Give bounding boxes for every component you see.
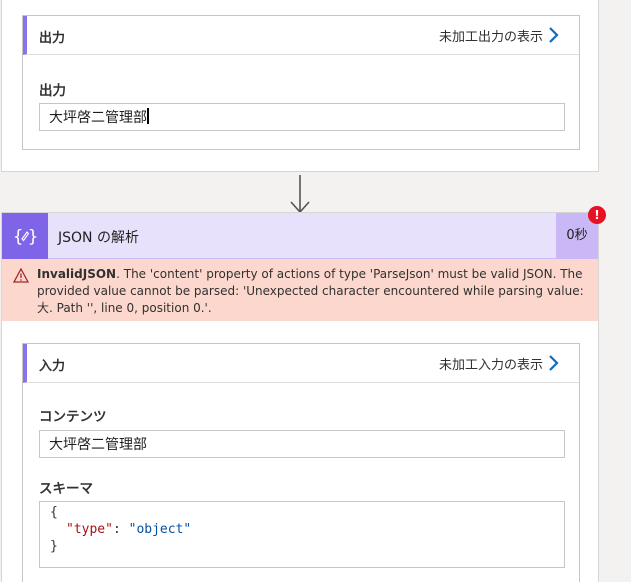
schema-separator: : (112, 522, 129, 537)
error-message-bar: InvalidJSON. The 'content' property of a… (2, 259, 598, 321)
svg-text:}: } (28, 227, 38, 247)
output-section-header[interactable]: 出力 未加工出力の表示 (23, 16, 579, 55)
error-text: . The 'content' property of actions of t… (37, 267, 584, 315)
warning-icon (13, 268, 29, 283)
chevron-right-icon[interactable] (547, 26, 561, 44)
error-badge: ! (588, 206, 606, 224)
output-field-label: 出力 (39, 83, 66, 99)
svg-text:{: { (13, 227, 23, 247)
parse-json-icon: { } (2, 213, 48, 259)
action-header[interactable]: { } JSON の解析 0秒 (2, 213, 598, 259)
input-section: 入力 未加工入力の表示 コンテンツ 大坪啓二管理部 スキーマ { "type":… (22, 343, 580, 582)
content-field[interactable]: 大坪啓二管理部 (39, 430, 565, 458)
action-title: JSON の解析 (58, 230, 139, 246)
schema-line: "type": "object" (50, 521, 564, 538)
previous-action-card: 出力 未加工出力の表示 出力 大坪啓二管理部 (1, 0, 599, 172)
show-raw-output-link[interactable]: 未加工出力の表示 (439, 26, 543, 45)
output-section: 出力 未加工出力の表示 出力 大坪啓二管理部 (22, 15, 580, 150)
error-code: InvalidJSON (37, 267, 117, 281)
input-section-header[interactable]: 入力 未加工入力の表示 (23, 344, 579, 383)
output-field-value: 大坪啓二管理部 (49, 110, 147, 126)
parse-json-action-card: { } JSON の解析 0秒 InvalidJSON. The 'conten… (1, 212, 599, 582)
text-caret (147, 108, 149, 124)
schema-value: "object" (128, 522, 192, 537)
output-section-title: 出力 (39, 31, 66, 46)
content-field-label: コンテンツ (39, 409, 107, 425)
schema-close-brace: } (50, 539, 58, 554)
content-field-value: 大坪啓二管理部 (49, 437, 147, 453)
schema-key: "type" (66, 522, 113, 537)
chevron-right-icon[interactable] (547, 354, 561, 372)
schema-open-brace: { (50, 505, 58, 520)
show-raw-input-link[interactable]: 未加工入力の表示 (439, 354, 543, 373)
schema-code-field[interactable]: { "type": "object" } (39, 501, 565, 568)
input-section-title: 入力 (39, 359, 66, 374)
arrow-down-icon (290, 175, 310, 214)
schema-field-label: スキーマ (39, 481, 93, 497)
output-field[interactable]: 大坪啓二管理部 (39, 103, 565, 131)
